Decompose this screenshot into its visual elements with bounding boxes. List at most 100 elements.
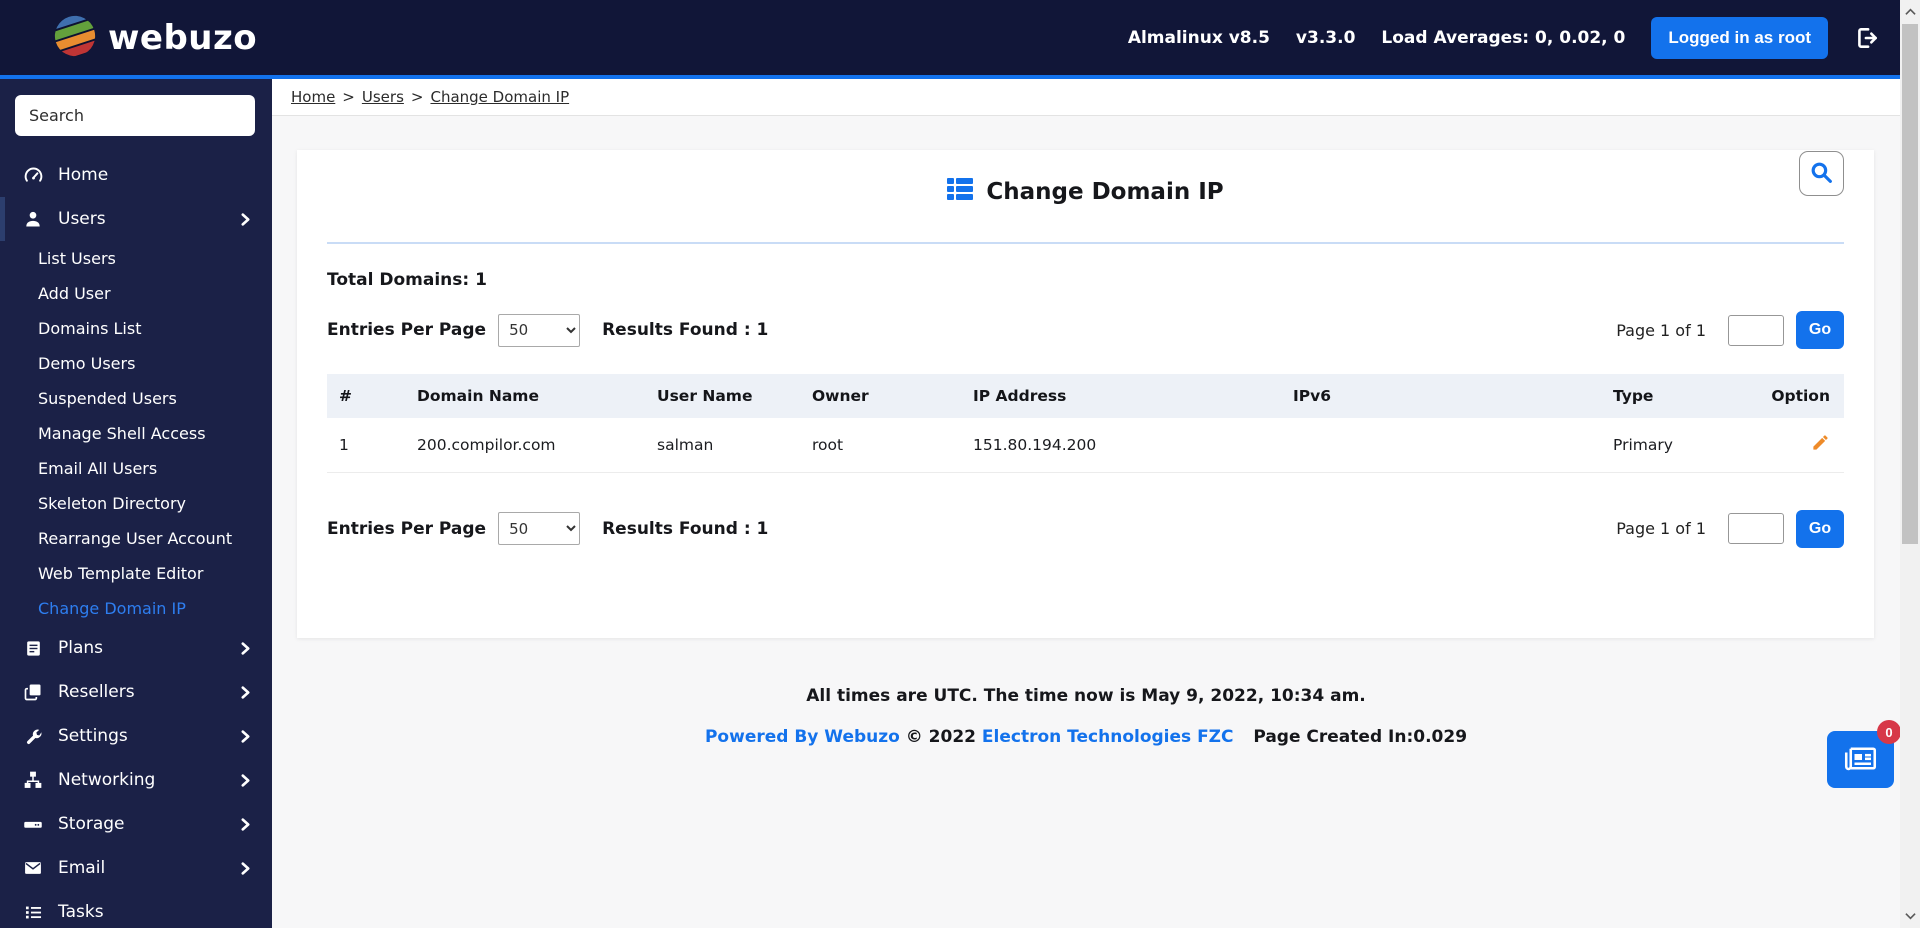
cell-user: salman: [645, 418, 800, 473]
breadcrumb-current-link[interactable]: Change Domain IP: [430, 88, 569, 106]
breadcrumb: Home > Users > Change Domain IP: [272, 79, 1900, 116]
sidebar-subitem-suspended-users[interactable]: Suspended Users: [0, 381, 272, 416]
chevron-right-icon: [239, 861, 252, 875]
table-header-row: # Domain Name User Name Owner IP Address…: [327, 374, 1844, 418]
sidebar-search-input[interactable]: [15, 95, 255, 136]
col-header-user: User Name: [645, 374, 800, 418]
scrollbar-thumb[interactable]: [1902, 24, 1918, 544]
controls-row-bottom: Entries Per Page 50 Results Found : 1 Pa…: [327, 509, 1844, 549]
scroll-down-icon[interactable]: [1900, 906, 1920, 926]
sidebar-item-label: Networking: [58, 770, 156, 790]
chevron-right-icon: [239, 685, 252, 699]
chevron-right-icon: [239, 817, 252, 831]
notification-badge: 0: [1877, 720, 1901, 744]
cell-num: 1: [327, 418, 405, 473]
topbar-right: Almalinux v8.5 v3.3.0 Load Averages: 0, …: [1128, 16, 1880, 59]
go-button[interactable]: Go: [1796, 311, 1844, 349]
goto-page-input-bottom[interactable]: [1728, 513, 1784, 544]
sidebar: Home Users List: [0, 79, 272, 928]
content-area: Home > Users > Change Domain IP Change D…: [272, 79, 1901, 928]
sidebar-subitem-skeleton-directory[interactable]: Skeleton Directory: [0, 486, 272, 521]
sidebar-subitem-web-template-editor[interactable]: Web Template Editor: [0, 556, 272, 591]
news-widget-button[interactable]: 0: [1827, 720, 1901, 788]
title-divider: [327, 242, 1844, 244]
sidebar-item-tasks[interactable]: Tasks: [0, 890, 272, 928]
chevron-right-icon: [239, 773, 252, 787]
scroll-up-icon[interactable]: [1900, 2, 1920, 22]
sidebar-subitem-demo-users[interactable]: Demo Users: [0, 346, 272, 381]
sidebar-subitem-add-user[interactable]: Add User: [0, 276, 272, 311]
breadcrumb-users-link[interactable]: Users: [362, 88, 404, 106]
powered-by-webuzo-link[interactable]: Powered By Webuzo: [705, 727, 900, 747]
sidebar-subitem-list-users[interactable]: List Users: [0, 241, 272, 276]
page-title: Change Domain IP: [947, 178, 1224, 206]
sidebar-subitem-change-domain-ip[interactable]: Change Domain IP: [0, 591, 272, 626]
breadcrumb-separator: >: [342, 88, 355, 106]
sidebar-item-label: Settings: [58, 726, 128, 746]
goto-page-input[interactable]: [1728, 314, 1784, 346]
version-label: v3.3.0: [1295, 27, 1356, 48]
col-header-owner: Owner: [800, 374, 961, 418]
electron-technologies-link[interactable]: Electron Technologies FZC: [982, 727, 1234, 747]
cell-type: Primary: [1601, 418, 1731, 473]
copyright-text: © 2022: [905, 727, 976, 747]
chevron-right-icon: [239, 641, 252, 655]
plans-icon: [21, 639, 45, 658]
vertical-scrollbar[interactable]: [1900, 0, 1920, 928]
page: webuzo Almalinux v8.5 v3.3.0 Load Averag…: [0, 0, 1920, 928]
credits-line: Powered By Webuzo © 2022 Electron Techno…: [272, 727, 1900, 747]
page-created-in-text: Page Created In:0.029: [1253, 727, 1468, 747]
go-button-bottom[interactable]: Go: [1796, 509, 1844, 548]
controls-row-top: Entries Per Page 50 Results Found : 1 Pa…: [327, 310, 1844, 350]
resellers-icon: [21, 682, 45, 702]
sidebar-item-label: Users: [58, 209, 106, 229]
sidebar-item-networking[interactable]: Networking: [0, 758, 272, 802]
sidebar-subitem-email-all-users[interactable]: Email All Users: [0, 451, 272, 486]
col-header-num: #: [327, 374, 405, 418]
sidebar-item-storage[interactable]: Storage: [0, 802, 272, 846]
webuzo-logo[interactable]: webuzo: [49, 10, 257, 63]
edit-pencil-icon[interactable]: [1811, 435, 1830, 456]
domains-table: # Domain Name User Name Owner IP Address…: [327, 374, 1844, 473]
tasks-icon: [21, 903, 45, 922]
sidebar-item-label: Storage: [58, 814, 125, 834]
title-row: Change Domain IP: [327, 150, 1844, 206]
entries-per-page-label: Entries Per Page: [327, 320, 487, 340]
table-search-button[interactable]: [1799, 151, 1844, 196]
sidebar-item-resellers[interactable]: Resellers: [0, 670, 272, 714]
pager-top: Page 1 of 1 Go: [1616, 311, 1844, 349]
logged-in-button[interactable]: Logged in as root: [1651, 16, 1828, 59]
col-header-type: Type: [1601, 374, 1731, 418]
entries-per-page-select-bottom[interactable]: 50: [498, 512, 581, 545]
entries-per-page-label: Entries Per Page: [327, 518, 487, 539]
sidebar-subitem-domains-list[interactable]: Domains List: [0, 311, 272, 346]
sidebar-item-label: Email: [58, 858, 106, 878]
user-icon: [21, 209, 45, 229]
page-indicator: Page 1 of 1: [1616, 320, 1706, 340]
sidebar-item-settings[interactable]: Settings: [0, 714, 272, 758]
sidebar-item-email[interactable]: Email: [0, 846, 272, 890]
cell-domain: 200.compilor.com: [405, 418, 645, 473]
network-icon: [21, 770, 45, 790]
list-icon: [947, 178, 974, 206]
entries-per-page-select[interactable]: 50: [498, 313, 581, 347]
sidebar-subitem-rearrange-user-account[interactable]: Rearrange User Account: [0, 521, 272, 556]
cell-ip: 151.80.194.200: [961, 418, 1281, 473]
logout-icon[interactable]: [1854, 25, 1880, 51]
footer: All times are UTC. The time now is May 9…: [272, 686, 1900, 747]
sidebar-item-home[interactable]: Home: [0, 153, 272, 197]
results-found-label: Results Found : 1: [602, 320, 769, 340]
main-column: webuzo Almalinux v8.5 v3.3.0 Load Averag…: [0, 0, 1901, 928]
sidebar-item-users[interactable]: Users: [0, 197, 272, 241]
col-header-ip: IP Address: [961, 374, 1281, 418]
sidebar-subitem-manage-shell-access[interactable]: Manage Shell Access: [0, 416, 272, 451]
total-domains-label: Total Domains: 1: [327, 270, 487, 290]
change-domain-ip-card: Change Domain IP Total Domains: 1 Entrie…: [297, 150, 1874, 638]
sidebar-item-plans[interactable]: Plans: [0, 626, 272, 670]
table-row: 1 200.compilor.com salman root 151.80.19…: [327, 418, 1844, 473]
sidebar-item-label: Home: [58, 165, 109, 185]
cell-ipv6: [1281, 418, 1601, 473]
breadcrumb-home-link[interactable]: Home: [291, 88, 335, 106]
users-submenu: List Users Add User Domains List Demo Us…: [0, 241, 272, 626]
page-title-text: Change Domain IP: [986, 179, 1224, 205]
